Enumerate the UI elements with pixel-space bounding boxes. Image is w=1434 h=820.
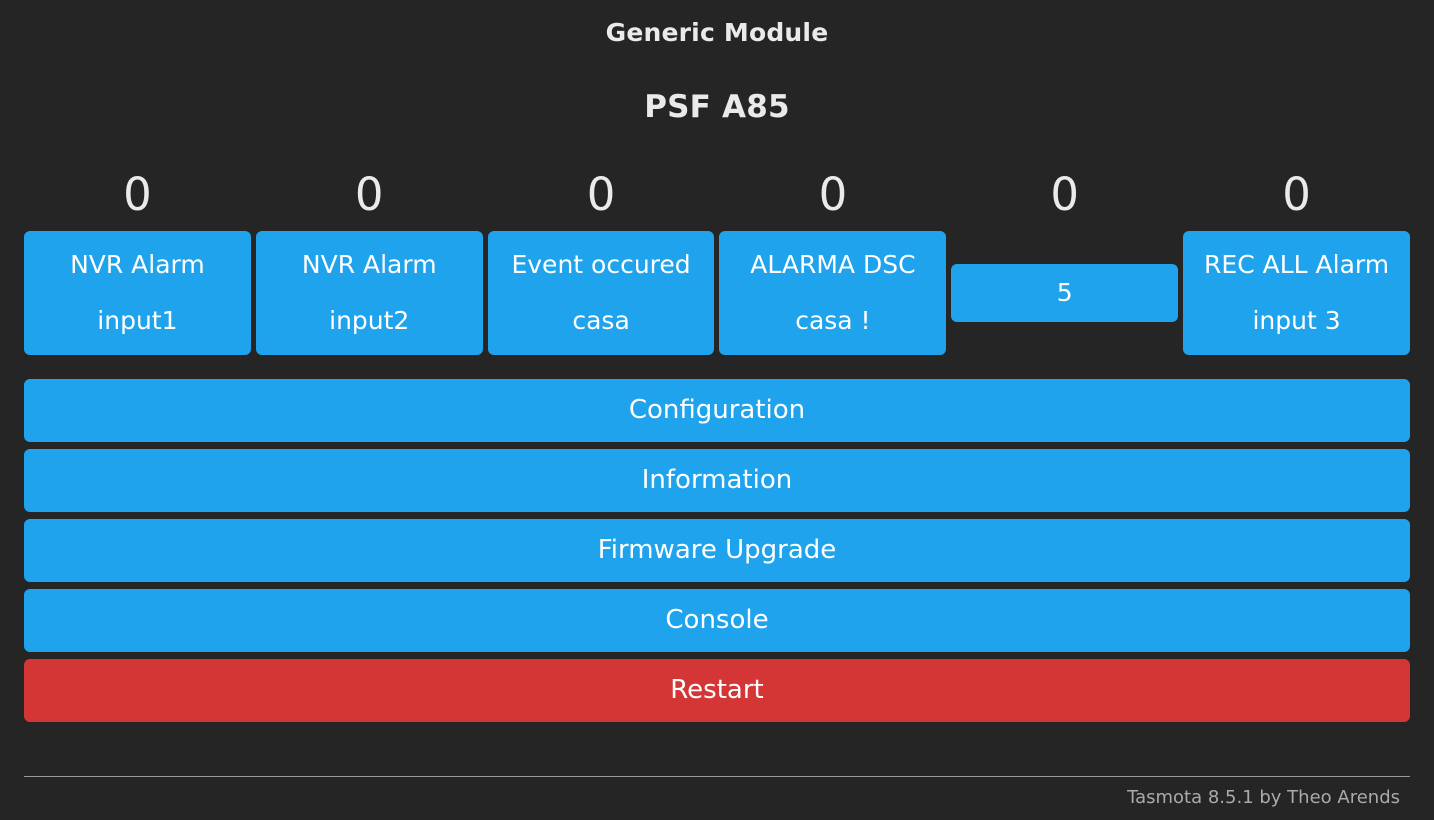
- toggle-button-4-line1: ALARMA DSC: [750, 250, 916, 280]
- toggle-button-4-line2: casa !: [795, 306, 871, 335]
- toggle-button-1-line2: input1: [97, 306, 178, 335]
- toggle-button-4[interactable]: ALARMA DSC casa !: [719, 231, 947, 355]
- toggle-buttons-row: NVR Alarm input1 NVR Alarm input2 Event occu…: [24, 231, 1410, 355]
- toggle-button-6-line1: REC ALL Alarm: [1204, 250, 1390, 280]
- device-name-title: PSF A85: [644, 89, 790, 125]
- status-value-3: 0: [586, 168, 616, 221]
- menu-button-information[interactable]: Information: [24, 449, 1410, 512]
- menu-button-restart[interactable]: Restart: [24, 659, 1410, 722]
- toggle-button-3[interactable]: Event occured casa: [487, 231, 715, 355]
- toggle-button-5[interactable]: 5: [951, 264, 1179, 322]
- status-value-6: 0: [1282, 168, 1311, 221]
- status-value-4: 0: [818, 168, 848, 221]
- menu-button-configuration[interactable]: Configuration: [24, 379, 1410, 442]
- main-menu: Configuration Information Firmware Upgrade…: [24, 379, 1410, 722]
- page-header: Generic Module PSF A85: [24, 0, 1410, 125]
- toggle-button-5-line1: 5: [1056, 278, 1073, 308]
- status-value-5: 0: [1050, 168, 1080, 221]
- toggle-button-2[interactable]: NVR Alarm input2: [255, 231, 483, 355]
- tasmota-main-page: Generic Module PSF A85 0 0 0 0 0 0 NVR Alarm i…: [0, 0, 1434, 820]
- toggle-button-1[interactable]: NVR Alarm input1: [24, 231, 251, 355]
- menu-button-console[interactable]: Console: [24, 589, 1410, 652]
- page-footer: Tasmota 8.5.1 by Theo Arends: [24, 776, 1410, 820]
- toggle-button-3-line2: casa: [572, 306, 630, 335]
- firmware-version-credit: Tasmota 8.5.1 by Theo Arends: [1127, 787, 1400, 808]
- toggle-button-6[interactable]: REC ALL Alarm input 3: [1183, 231, 1410, 355]
- status-value-2: 0: [354, 168, 384, 221]
- toggle-button-3-line1: Event occured: [511, 250, 691, 280]
- status-value-1: 0: [123, 168, 152, 221]
- status-values-row: 0 0 0 0 0 0: [24, 169, 1410, 221]
- toggle-button-6-line2: input 3: [1252, 306, 1341, 335]
- toggle-button-2-line1: NVR Alarm: [301, 250, 437, 280]
- toggle-button-1-line1: NVR Alarm: [70, 250, 205, 280]
- toggle-button-2-line2: input2: [329, 306, 410, 335]
- footer-divider: [24, 776, 1410, 777]
- module-title: Generic Module: [605, 18, 829, 47]
- menu-button-firmware-upgrade[interactable]: Firmware Upgrade: [24, 519, 1410, 582]
